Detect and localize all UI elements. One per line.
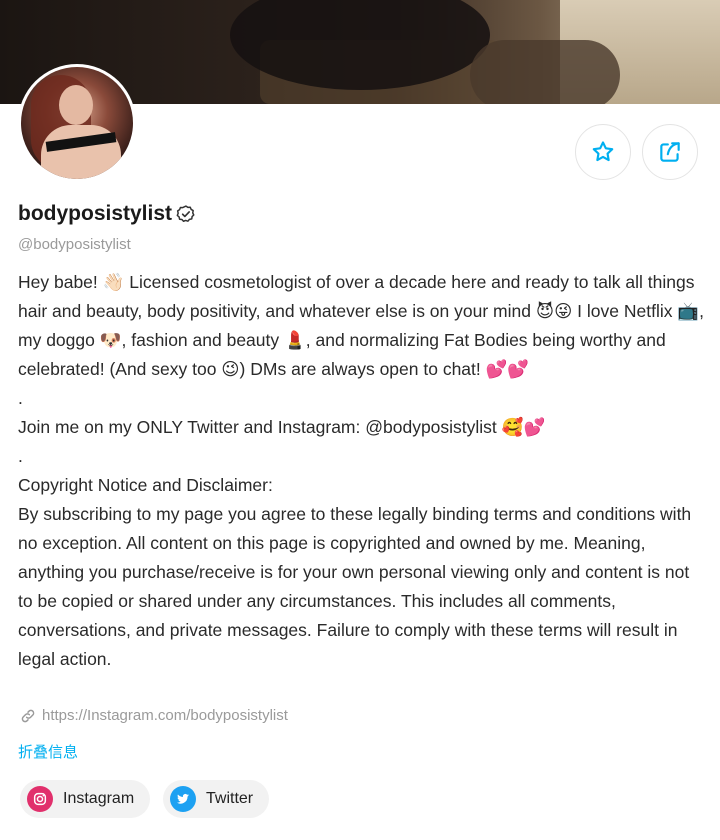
collapse-info-link[interactable]: 折叠信息 xyxy=(18,741,78,762)
favorite-button[interactable] xyxy=(575,124,631,180)
link-icon xyxy=(21,709,35,722)
twitter-label: Twitter xyxy=(206,790,254,807)
avatar[interactable] xyxy=(18,64,136,182)
verified-check-icon xyxy=(176,205,195,222)
profile-link[interactable]: https://Instagram.com/bodyposistylist xyxy=(20,707,288,724)
profile-handle: @bodyposistylist xyxy=(18,236,131,253)
instagram-label: Instagram xyxy=(63,790,135,807)
bio-social-mention: Join me on my ONLY Twitter and Instagram… xyxy=(18,417,546,437)
share-button[interactable] xyxy=(642,124,698,180)
share-icon xyxy=(660,142,680,162)
star-icon xyxy=(592,141,614,162)
bio-separator: . xyxy=(18,446,23,466)
twitter-icon xyxy=(170,786,196,812)
bio-intro: Hey babe! 👋🏻 Licensed cosmetologist of o… xyxy=(18,272,709,379)
bio-separator: . xyxy=(18,388,23,408)
profile-bio: Hey babe! 👋🏻 Licensed cosmetologist of o… xyxy=(18,268,708,674)
twitter-button[interactable]: Twitter xyxy=(163,780,270,818)
instagram-icon xyxy=(27,786,53,812)
profile-name: bodyposistylist xyxy=(18,202,196,226)
display-name: bodyposistylist xyxy=(18,202,173,225)
instagram-button[interactable]: Instagram xyxy=(20,780,151,818)
profile-link-url[interactable]: https://Instagram.com/bodyposistylist xyxy=(42,707,288,724)
bio-copyright-notice: Copyright Notice and Disclaimer: By subs… xyxy=(18,475,692,669)
